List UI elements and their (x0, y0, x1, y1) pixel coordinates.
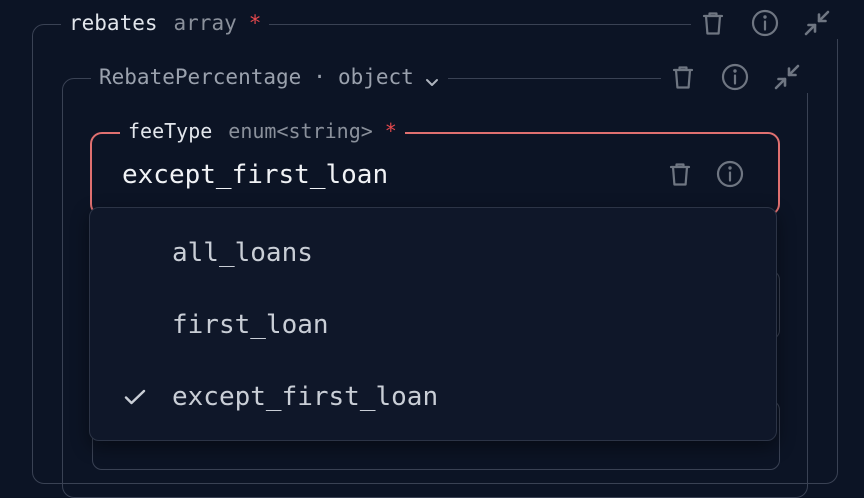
field-type: object (337, 65, 414, 89)
trash-icon[interactable] (667, 61, 699, 93)
rebates-actions (691, 7, 839, 39)
trash-icon[interactable] (664, 158, 696, 190)
fee-type-dropdown: all_loans first_loan except_first_loan (89, 207, 777, 441)
check-icon (122, 384, 148, 410)
required-indicator: * (384, 119, 397, 143)
field-type: enum<string> (228, 119, 373, 143)
fee-type-actions (664, 158, 746, 190)
field-name: feeType (128, 119, 213, 143)
rebates-legend: rebates array * (61, 9, 270, 37)
separator: · (313, 65, 326, 89)
info-icon[interactable] (719, 61, 751, 93)
dropdown-option-except-first-loan[interactable]: except_first_loan (90, 361, 776, 433)
chevron-down-icon[interactable] (424, 69, 440, 86)
dropdown-option-all-loans[interactable]: all_loans (90, 217, 776, 289)
info-icon[interactable] (714, 158, 746, 190)
info-icon[interactable] (749, 7, 781, 39)
field-name: rebates (69, 11, 158, 35)
option-label: all_loans (172, 238, 313, 268)
rebate-percentage-legend[interactable]: RebatePercentage · object (91, 63, 448, 91)
rebate-percentage-actions (661, 61, 809, 93)
collapse-icon[interactable] (771, 61, 803, 93)
fee-type-field[interactable]: feeType enum<string> * except_first_loan (90, 117, 780, 216)
field-type: array (173, 11, 237, 35)
trash-icon[interactable] (697, 7, 729, 39)
fee-type-legend: feeType enum<string> * (120, 117, 405, 145)
field-name: RebatePercentage (99, 65, 302, 89)
required-indicator: * (248, 11, 262, 35)
dropdown-option-first-loan[interactable]: first_loan (90, 289, 776, 361)
option-label: first_loan (172, 310, 329, 340)
option-label: except_first_loan (172, 382, 439, 412)
fee-type-value[interactable]: except_first_loan (122, 158, 388, 192)
collapse-icon[interactable] (801, 7, 833, 39)
